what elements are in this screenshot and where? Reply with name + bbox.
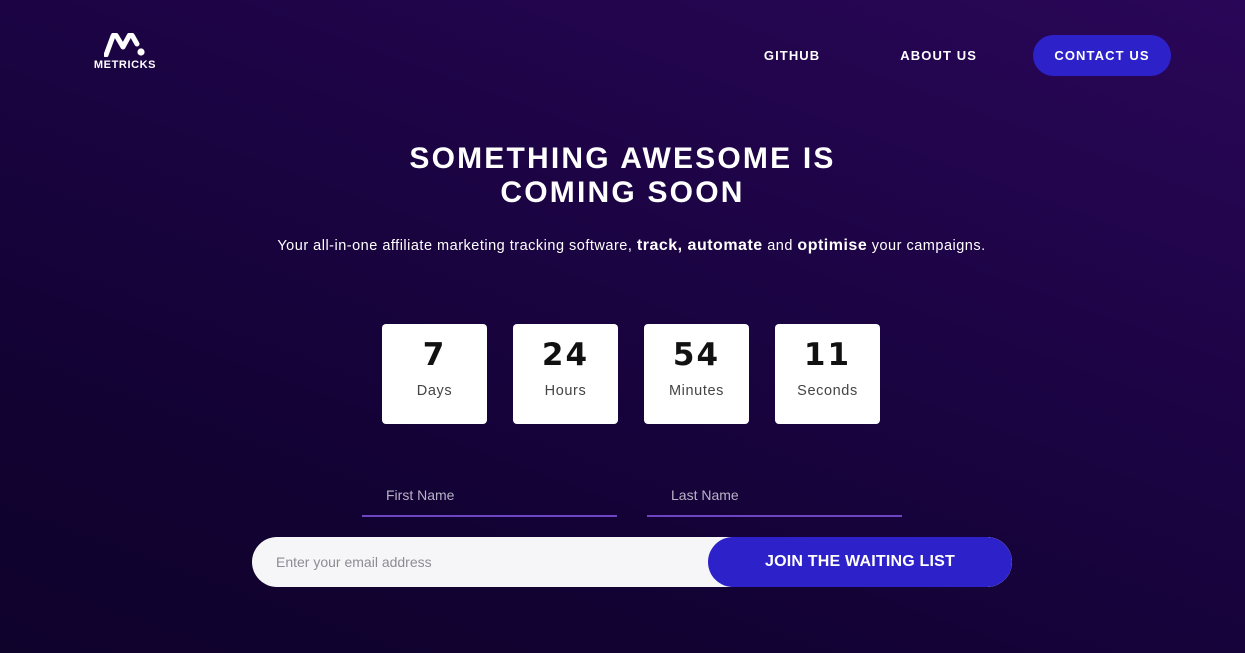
countdown-value: 24 [541,337,590,373]
tagline: Your all-in-one affiliate marketing trac… [0,237,1245,255]
countdown-value: 7 [422,337,447,373]
countdown-value: 54 [672,337,721,373]
countdown-timer: 7 Days 24 Hours 54 Minutes 11 Seconds [382,324,880,424]
first-name-input[interactable] [362,476,617,514]
metricks-logo-icon [104,33,145,57]
join-waiting-list-button[interactable]: JOIN THE WAITING LIST [708,537,1012,587]
headline-line-2: COMING SOON [500,176,745,209]
countdown-days: 7 Days [382,324,487,424]
countdown-value: 11 [803,337,852,373]
tagline-bold-1: track, automate [636,237,763,254]
countdown-label: Minutes [669,383,724,399]
last-name-field-wrapper [647,476,902,517]
tagline-text-1: Your all-in-one affiliate marketing trac… [277,238,637,254]
page-headline: SOMETHING AWESOME IS COMING SOON [0,142,1245,210]
waitlist-form: JOIN THE WAITING LIST [252,537,1012,587]
nav-github-link[interactable]: GITHUB [764,48,820,63]
top-nav: GITHUB ABOUT US CONTACT US [764,35,1171,76]
first-name-field-wrapper [362,476,617,517]
headline-line-1: SOMETHING AWESOME IS [409,142,836,175]
countdown-label: Seconds [797,383,858,399]
countdown-label: Hours [544,383,587,399]
brand-name: METRICKS [93,59,157,71]
countdown-minutes: 54 Minutes [644,324,749,424]
countdown-label: Days [416,383,453,399]
email-input[interactable] [252,537,722,587]
countdown-hours: 24 Hours [513,324,618,424]
contact-us-button[interactable]: CONTACT US [1033,35,1171,76]
tagline-text-3: your campaigns. [867,238,986,254]
tagline-text-2: and [762,238,798,254]
nav-about-link[interactable]: ABOUT US [900,48,977,63]
last-name-input[interactable] [647,476,902,514]
countdown-seconds: 11 Seconds [775,324,880,424]
tagline-bold-2: optimise [797,237,868,254]
brand-logo[interactable]: METRICKS [90,33,160,73]
